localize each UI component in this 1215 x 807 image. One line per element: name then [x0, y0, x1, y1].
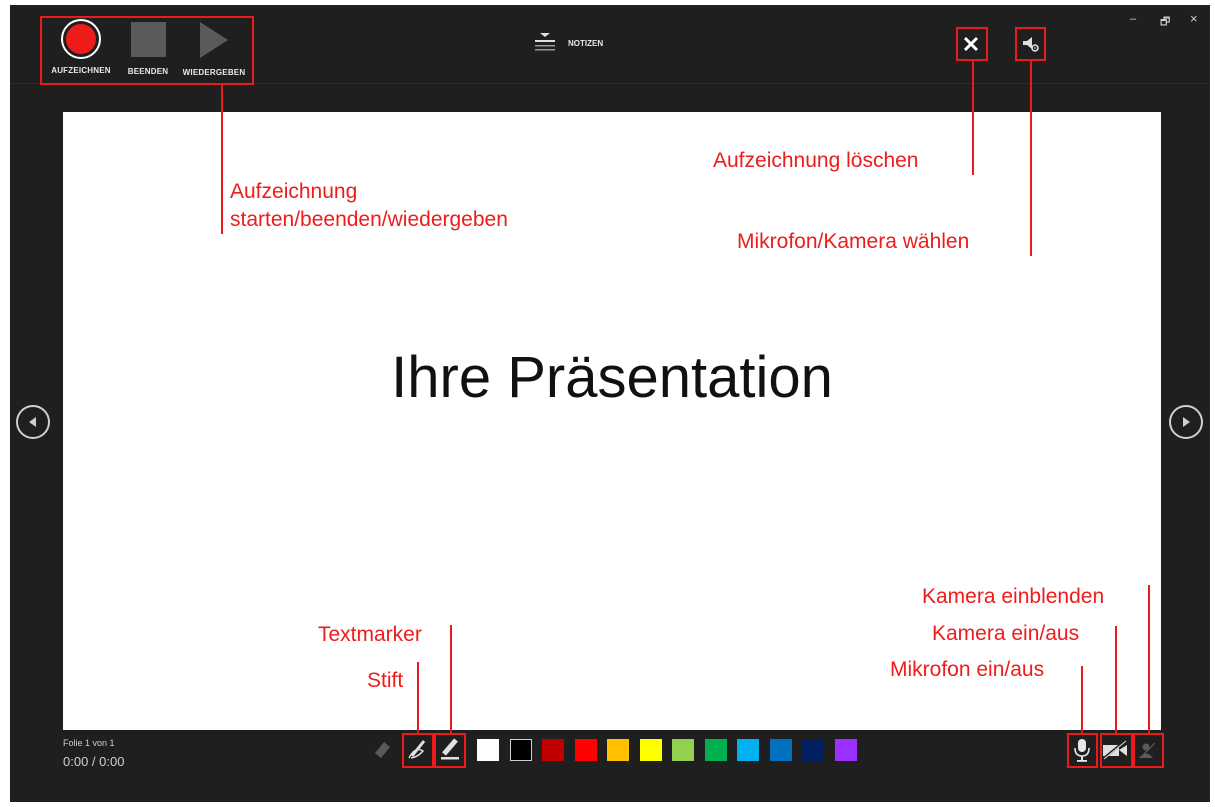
delete-recording-leader-line [972, 61, 974, 175]
highlighter-annotation: Textmarker [318, 623, 422, 646]
pen-highlight [402, 733, 434, 768]
show-camera-leader-line [1148, 585, 1150, 733]
next-slide-button[interactable] [1169, 405, 1203, 439]
record-controls-highlight [40, 16, 254, 85]
camera-toggle-annotation: Kamera ein/aus [932, 622, 1080, 645]
color-swatch[interactable] [737, 739, 759, 761]
color-swatch[interactable] [672, 739, 694, 761]
eraser-button[interactable] [371, 738, 393, 765]
recording-time: 0:00 / 0:00 [63, 754, 125, 769]
color-swatch[interactable] [769, 739, 792, 761]
record-controls-leader-line [221, 85, 223, 234]
notes-button[interactable]: NOTIZEN [534, 31, 603, 55]
show-camera-annotation: Kamera einblenden [922, 585, 1105, 608]
mic-toggle-highlight [1067, 733, 1098, 768]
highlighter-highlight [434, 733, 466, 768]
choose-mic-camera-annotation: Mikrofon/Kamera wählen [737, 230, 970, 253]
mic-toggle-annotation: Mikrofon ein/aus [890, 658, 1045, 681]
notes-icon [535, 33, 555, 51]
color-swatch[interactable] [834, 739, 857, 761]
mic-camera-settings-leader-line [1030, 61, 1032, 256]
color-swatch[interactable] [802, 739, 824, 761]
color-swatch[interactable] [639, 739, 662, 761]
delete-recording-annotation: Aufzeichnung löschen [713, 149, 919, 172]
minimize-button[interactable]: – [1130, 13, 1136, 25]
color-swatch[interactable] [607, 739, 629, 761]
show-camera-highlight [1133, 733, 1164, 768]
arrow-left-icon [29, 417, 36, 427]
arrow-right-icon [1183, 417, 1190, 427]
mic-camera-settings-highlight [1015, 27, 1046, 61]
mic-toggle-leader-line [1081, 666, 1083, 733]
color-swatch[interactable] [477, 739, 499, 761]
pen-leader-line [417, 662, 419, 733]
record-controls-annotation: Aufzeichnung starten/beenden/wiedergeben [230, 180, 508, 231]
notes-label: NOTIZEN [568, 38, 604, 48]
color-swatch[interactable] [509, 739, 532, 761]
color-swatch[interactable] [574, 739, 597, 761]
restore-button[interactable]: 🗗 [1160, 13, 1170, 32]
window-close-button[interactable]: × [1190, 11, 1198, 26]
previous-slide-button[interactable] [16, 405, 50, 439]
pen-annotation: Stift [367, 669, 404, 692]
slide-counter: Folie 1 von 1 [63, 738, 115, 748]
color-swatch[interactable] [542, 739, 564, 761]
recording-window: AUFZEICHNEN BEENDEN WIEDERGEBEN NOTIZEN [10, 5, 1210, 802]
camera-toggle-leader-line [1115, 626, 1117, 733]
delete-recording-highlight [956, 27, 988, 61]
eraser-icon [375, 742, 390, 758]
highlighter-leader-line [450, 625, 452, 733]
color-swatch[interactable] [704, 739, 727, 761]
slide-title: Ihre Präsentation [391, 345, 833, 410]
camera-toggle-highlight [1100, 733, 1133, 768]
